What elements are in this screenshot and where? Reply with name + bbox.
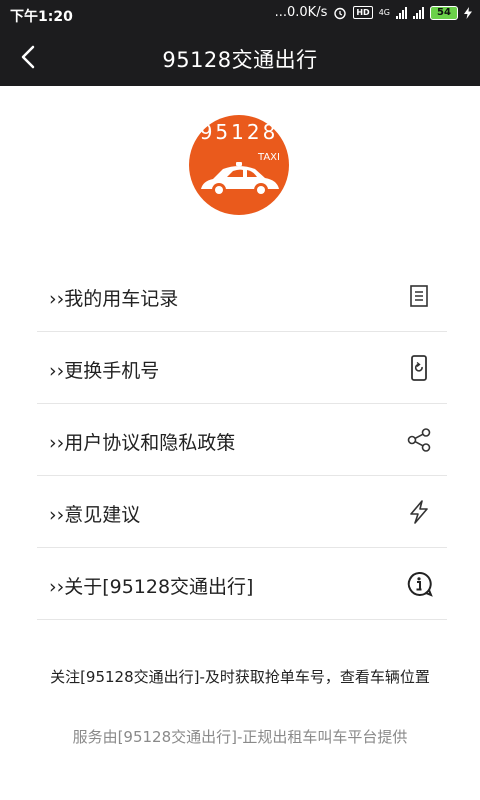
menu-item-label: ››用户协议和隐私政策 — [49, 432, 236, 454]
page-title: 95128交通出行 — [162, 48, 318, 72]
menu-item-about[interactable]: ››关于[95128交通出行] — [37, 548, 447, 620]
logo-number: 95128 — [200, 120, 279, 144]
nav-bar: 95128交通出行 — [0, 30, 480, 86]
logo-taxi-text: TAXI — [257, 152, 280, 163]
phone-refresh-icon — [411, 355, 427, 381]
menu-list: ››我的用车记录 ››更换手机号 ››用户协议和隐私政策 ››意见建议 ››关于… — [37, 260, 447, 620]
hd-badge: HD — [353, 6, 373, 19]
alarm-icon — [334, 7, 347, 19]
charging-icon — [464, 6, 472, 19]
menu-item-label: ››我的用车记录 — [49, 288, 179, 310]
menu-item-label: ››意见建议 — [49, 504, 141, 526]
menu-item-label: ››更换手机号 — [49, 360, 160, 382]
taxi-logo: 95128 TAXI — [189, 115, 289, 215]
menu-item-ride-records[interactable]: ››我的用车记录 — [37, 260, 447, 332]
network-type: 4G — [378, 8, 390, 17]
status-time: 下午1:20 — [10, 9, 73, 25]
menu-item-feedback[interactable]: ››意见建议 — [37, 476, 447, 548]
service-footer: 服务由[95128交通出行]-正规出租车叫车平台提供 — [72, 728, 408, 746]
status-bar: 下午1:20 ...0.0K/s HD 4G 54 — [0, 0, 480, 30]
status-icons: ...0.0K/s HD 4G 54 — [275, 5, 472, 20]
battery-icon: 54 — [430, 5, 458, 20]
network-speed: ...0.0K/s — [274, 5, 328, 20]
signal-icon-2 — [413, 6, 424, 19]
signal-icon — [396, 6, 407, 19]
share-icon — [407, 428, 431, 452]
menu-item-agreement-privacy[interactable]: ››用户协议和隐私政策 — [37, 404, 447, 476]
document-icon — [410, 285, 428, 307]
menu-item-label: ››关于[95128交通出行] — [49, 576, 254, 598]
info-icon — [407, 571, 433, 597]
lightning-icon — [410, 500, 428, 524]
follow-notice: 关注[95128交通出行]-及时获取抢单车号，查看车辆位置 — [50, 668, 430, 686]
menu-item-change-phone[interactable]: ››更换手机号 — [37, 332, 447, 404]
